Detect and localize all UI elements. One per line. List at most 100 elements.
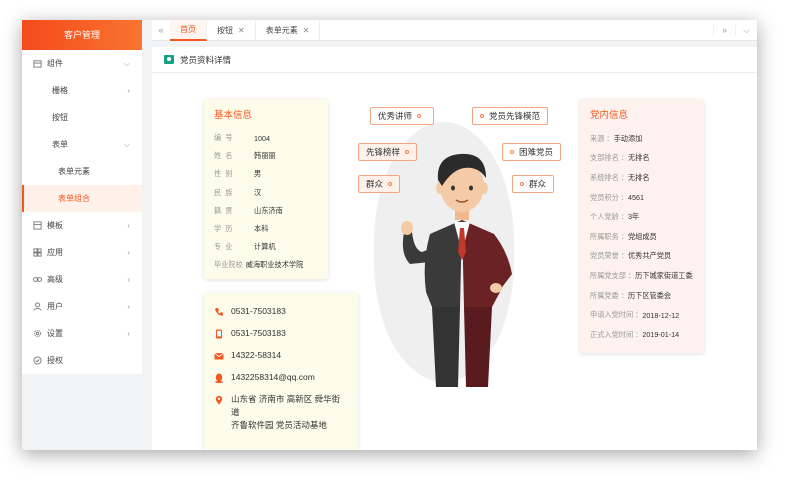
info-value: 优秀共产党员 [627, 251, 672, 261]
info-value: 3年 [627, 212, 640, 222]
contact-phone-row: 0531-7503183 [214, 305, 348, 318]
info-key: 系统排名 [590, 172, 619, 182]
sidebar-item-form-combo[interactable]: 表单组合 [22, 185, 142, 212]
sidebar-title[interactable]: 客户管理 [22, 20, 142, 50]
tag-dot-icon [405, 150, 410, 154]
tag-pioneer-model: 党员先锋模范 [472, 107, 549, 125]
chevron-left-icon: ‹ [127, 329, 130, 338]
profile-card-icon [164, 55, 174, 64]
info-value: 威海职业技术学院 [245, 260, 304, 270]
tab-bar: « 首页 按钮 ✕ 表单元素 ✕ » ⌵ [152, 20, 757, 41]
tab-home[interactable]: 首页 [170, 20, 207, 41]
info-value: 山东济南 [254, 205, 283, 215]
info-value: 党组成员 [627, 231, 657, 241]
link-icon [32, 275, 42, 285]
close-icon[interactable]: ✕ [303, 26, 310, 35]
tag-masses-left: 群众 [358, 175, 401, 193]
sidebar-item-form[interactable]: 表单 ⌵ [22, 131, 142, 158]
location-pin-icon [215, 395, 223, 405]
contact-mobile-row: 0531-7503183 [214, 327, 348, 340]
info-value: 4561 [627, 193, 644, 203]
tag-dot-icon [520, 182, 524, 186]
contact-mobile: 0531-7503183 [231, 328, 286, 338]
info-value: 汉 [254, 187, 262, 197]
app-icon [32, 248, 42, 258]
info-key: 专业 [214, 242, 237, 252]
tag-label: 党员先锋模范 [489, 111, 541, 121]
tag-pioneer-example: 先锋榜样 [358, 143, 418, 161]
chevron-left-icon: ‹ [127, 248, 130, 257]
info-value: 历下城家街道工委 [635, 270, 693, 280]
contact-qq: 1432258314@qq.com [231, 372, 315, 382]
info-value: 计算机 [254, 242, 276, 252]
info-key: 支部排名 [590, 153, 619, 163]
sidebar-item-label: 组件 [47, 59, 63, 68]
tag-label: 优秀讲师 [378, 111, 413, 121]
info-row: 系统排名：无排名 [590, 172, 650, 182]
info-value: 本科 [254, 224, 269, 234]
contact-qq-row: 1432258314@qq.com [214, 371, 348, 384]
info-row: 毕业院校 威海职业技术学院 [214, 256, 318, 274]
tag-dot-icon [417, 114, 422, 118]
info-value: 韩丽丽 [254, 151, 276, 161]
info-row: 专业 计算机 [214, 238, 318, 256]
tab-label: 按钮 [217, 25, 233, 35]
sidebar-item-label: 应用 [47, 248, 63, 257]
sidebar-item-label: 模板 [47, 221, 63, 230]
sidebar-item-button[interactable]: 按钮 [22, 104, 142, 131]
info-value: 手动添加 [613, 133, 643, 143]
sidebar-item-components[interactable]: 组件 ⌵ [22, 50, 142, 77]
page-title: 党员资料详情 [180, 54, 232, 65]
contact-fax: 14322-58314 [231, 350, 282, 360]
party-info-title: 党内信息 [590, 110, 629, 121]
sidebar-item-grid[interactable]: 栅格 ‹ [22, 77, 142, 104]
contact-address-line1: 山东省 济南市 高新区 舜华街道 [231, 394, 341, 417]
mobile-icon [216, 329, 222, 339]
info-row: 来源：手动添加 [590, 133, 643, 143]
sidebar-item-advanced[interactable]: 高级 ‹ [22, 266, 142, 293]
chevron-left-icon: ‹ [127, 275, 130, 284]
template-icon [32, 221, 42, 231]
sidebar-item-authorization[interactable]: 授权 [22, 347, 142, 374]
qq-icon [215, 373, 223, 383]
tab-button[interactable]: 按钮 ✕ [207, 20, 256, 41]
chevron-left-icon: ‹ [127, 221, 130, 230]
info-row: 学历 本科 [214, 220, 318, 238]
tag-label: 群众 [529, 179, 547, 189]
sidebar-item-app[interactable]: 应用 ‹ [22, 239, 142, 266]
info-value: 男 [254, 169, 262, 179]
info-key: 编号 [214, 133, 237, 143]
chevron-down-icon[interactable]: ⌵ [735, 24, 757, 36]
sidebar-item-label: 栅格 [52, 86, 68, 95]
scroll-left-icon[interactable]: « [152, 25, 170, 35]
info-key: 正式入党时间 [590, 329, 634, 339]
basic-info-title: 基本信息 [214, 110, 253, 121]
tab-form-elements[interactable]: 表单元素 ✕ [256, 20, 321, 41]
sidebar-item-form-elements[interactable]: 表单元素 [22, 158, 142, 185]
info-key: 来源 [590, 133, 605, 143]
app-window: 客户管理 组件 ⌵ 栅格 ‹ 按钮 表单 ⌵ 表单元素 表单组合 模板 ‹ 应用… [22, 20, 757, 450]
chevron-left-icon: ‹ [127, 302, 130, 311]
gear-icon [32, 329, 42, 339]
contact-address-row: 山东省 济南市 高新区 舜华街道 齐鲁软件园 党员活动基地 [214, 393, 348, 432]
info-row: 所属党支部：历下城家街道工委 [590, 270, 693, 280]
tag-dot-icon [510, 150, 514, 154]
contact-phone: 0531-7503183 [231, 306, 286, 316]
tag-label: 群众 [366, 179, 384, 189]
sidebar-item-settings[interactable]: 设置 ‹ [22, 320, 142, 347]
sidebar-item-label: 高级 [47, 275, 63, 284]
info-row: 党员积分： 4561 [590, 192, 644, 203]
info-value: 1004 [254, 133, 270, 143]
shield-icon [32, 356, 42, 366]
sidebar-item-template[interactable]: 模板 ‹ [22, 212, 142, 239]
sidebar-item-label: 按钮 [52, 113, 68, 122]
info-key: 民族 [214, 187, 237, 197]
tag-masses-right: 群众 [512, 175, 555, 193]
info-row: 支部排名：无排名 [590, 153, 650, 163]
info-key: 党员荣誉 [590, 251, 619, 261]
info-value: 历下区管委会 [627, 290, 672, 300]
scroll-right-icon[interactable]: » [713, 24, 735, 36]
close-icon[interactable]: ✕ [238, 26, 245, 35]
sidebar-item-user[interactable]: 用户 ‹ [22, 293, 142, 320]
contact-address-line2: 齐鲁软件园 党员活动基地 [231, 420, 327, 430]
